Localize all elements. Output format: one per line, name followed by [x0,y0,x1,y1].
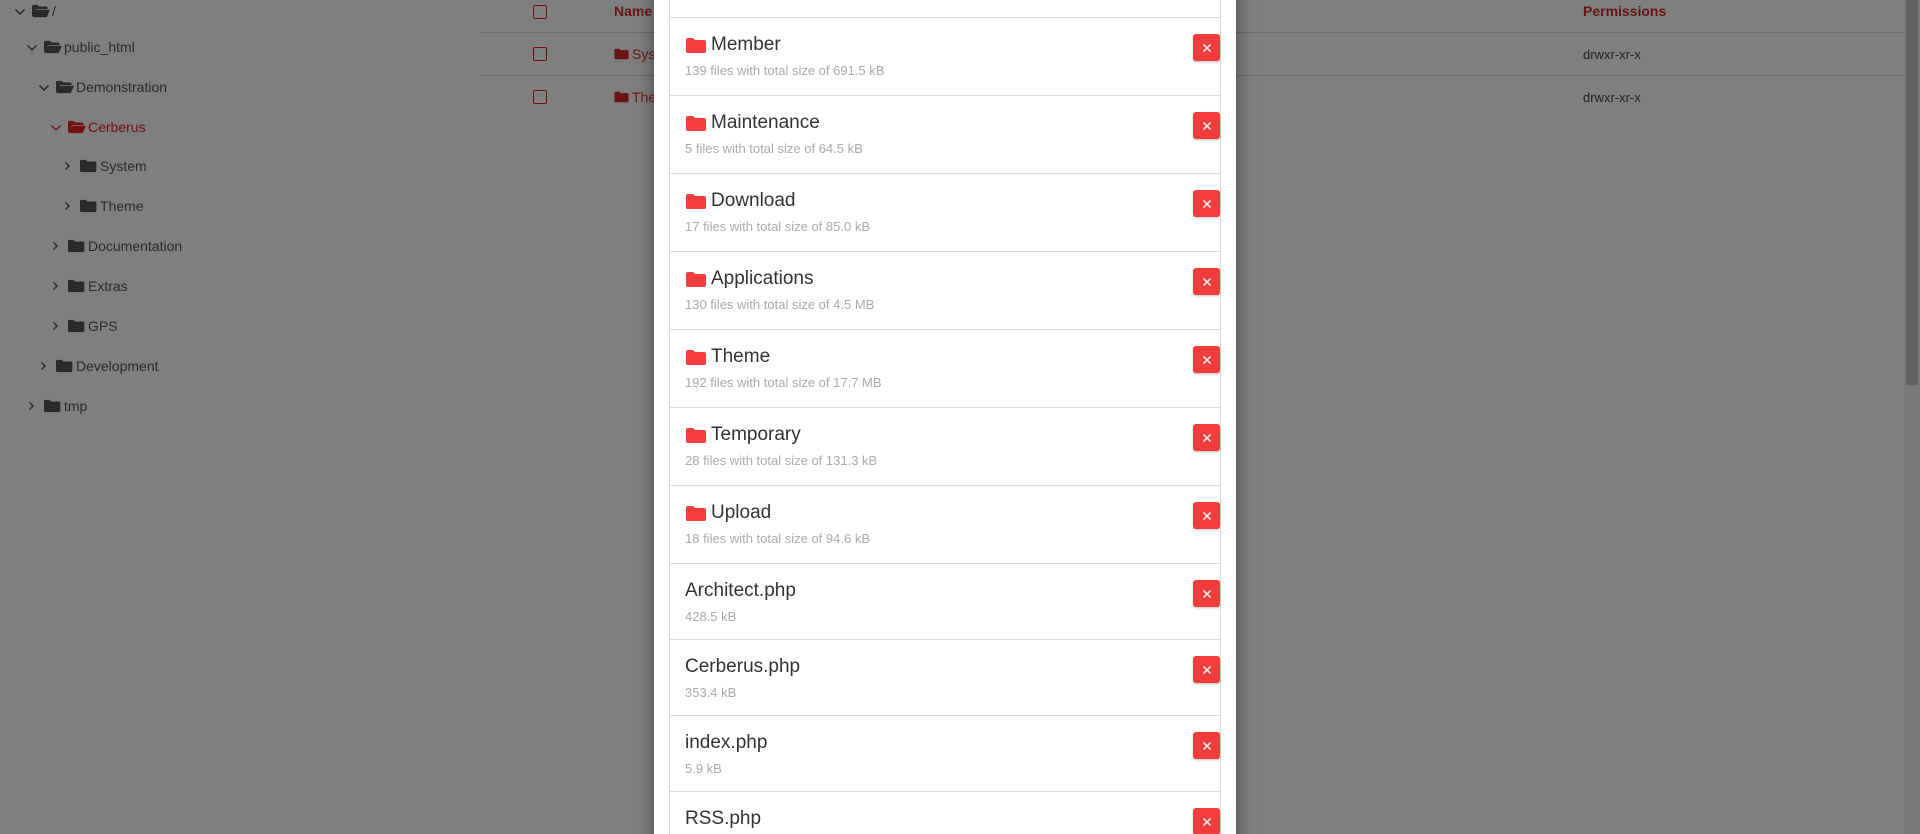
folder-icon [686,349,706,365]
close-icon [1202,43,1211,52]
item-title-text: Member [711,34,781,55]
close-icon [1202,665,1211,674]
close-icon [1202,741,1211,750]
close-icon [1202,589,1211,598]
item-subtitle: 17 files with total size of 85.0 kB [685,219,870,234]
item-subtitle: 5.9 kB [685,761,722,776]
folder-icon [685,349,707,366]
remove-button[interactable] [1193,34,1220,61]
folder-icon [686,115,706,131]
item-title-text: Applications [711,268,814,289]
remove-button[interactable] [1193,268,1220,295]
close-icon [1202,433,1211,442]
folder-icon [685,427,707,444]
queue-folder-item: Temporary 28 files with total size of 131… [670,408,1220,486]
folder-icon [685,505,707,522]
item-title-text: Architect.php [685,580,796,601]
close-icon [1202,121,1211,130]
item-subtitle: 353.4 kB [685,685,737,700]
item-title-text: Temporary [711,424,801,445]
queue-folder-item: Applications 130 files with total size of… [670,252,1220,330]
remove-button[interactable] [1193,732,1220,759]
remove-button[interactable] [1193,656,1220,683]
folder-icon [685,115,707,132]
folder-icon [686,505,706,521]
item-title: Maintenance [685,112,820,134]
remove-button[interactable] [1193,346,1220,373]
item-title: Temporary [685,424,801,446]
item-title: Download [685,190,796,212]
item-subtitle: 428.5 kB [685,609,737,624]
remove-button[interactable] [1193,808,1220,834]
queue-folder-item: Member 139 files with total size of 691.5… [670,18,1220,96]
item-title: Member [685,34,781,56]
queue-folder-item: Theme 192 files with total size of 17.7 M… [670,330,1220,408]
item-title-text: Download [711,190,796,211]
folder-icon [686,37,706,53]
queue-file-item: Architect.php 428.5 kB [670,564,1220,640]
queue-file-item: RSS.php [670,792,1220,834]
folder-icon [685,271,707,288]
queue-file-item: Cerberus.php 353.4 kB [670,640,1220,716]
item-subtitle: 18 files with total size of 94.6 kB [685,531,870,546]
folder-icon [686,271,706,287]
queue-folder-item: Maintenance 5 files with total size of 64… [670,96,1220,174]
item-title: Cerberus.php [685,656,800,678]
remove-button[interactable] [1193,424,1220,451]
item-title: Upload [685,502,771,524]
close-icon [1202,277,1211,286]
item-title: RSS.php [685,808,761,830]
remove-button[interactable] [1193,112,1220,139]
item-subtitle: 28 files with total size of 131.3 kB [685,453,878,468]
folder-icon [686,427,706,443]
close-icon [1202,817,1211,826]
item-subtitle: 130 files with total size of 4.5 MB [685,297,875,312]
remove-button[interactable] [1193,190,1220,217]
item-title: Architect.php [685,580,796,602]
item-title-text: Upload [711,502,772,523]
item-title-text: Cerberus.php [685,656,801,677]
item-title: Theme [685,346,770,368]
folder-icon [685,37,707,54]
remove-button[interactable] [1193,580,1220,607]
upload-queue-modal: Member 139 files with total size of 691.5… [654,0,1236,834]
close-icon [1202,355,1211,364]
item-subtitle: 139 files with total size of 691.5 kB [685,63,885,78]
item-title: index.php [685,732,767,754]
item-title-text: Maintenance [711,112,820,133]
queue-list: Member 139 files with total size of 691.5… [669,0,1221,834]
close-icon [1202,199,1211,208]
item-title-text: RSS.php [685,808,762,829]
item-title: Applications [685,268,813,290]
item-subtitle: 192 files with total size of 17.7 MB [685,375,882,390]
folder-icon [686,193,706,209]
list-item-partial [670,0,1220,18]
queue-file-item: index.php 5.9 kB [670,716,1220,792]
folder-icon [685,193,707,210]
close-icon [1202,511,1211,520]
remove-button[interactable] [1193,502,1220,529]
item-title-text: index.php [685,732,768,753]
queue-folder-item: Upload 18 files with total size of 94.6 k… [670,486,1220,564]
queue-folder-item: Download 17 files with total size of 85.0… [670,174,1220,252]
item-subtitle: 5 files with total size of 64.5 kB [685,141,863,156]
item-title-text: Theme [711,346,771,367]
